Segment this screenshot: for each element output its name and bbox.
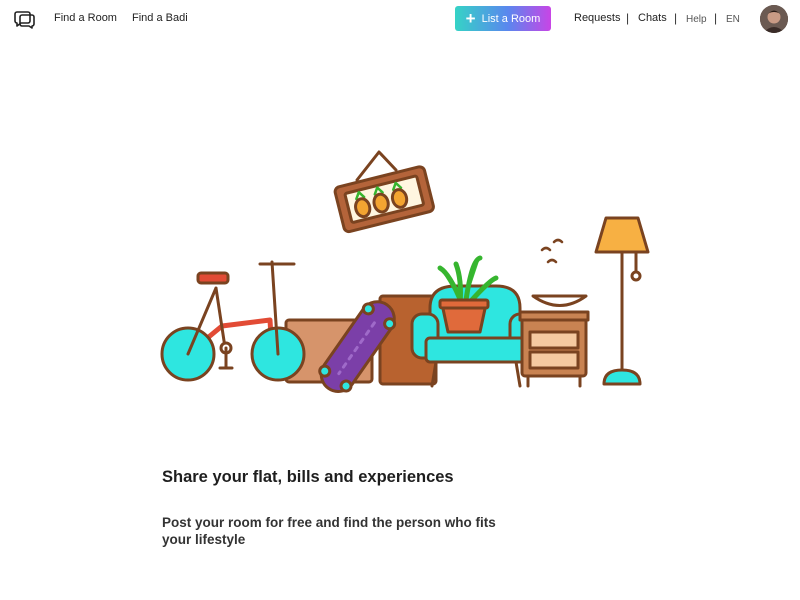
user-avatar[interactable]: [760, 5, 788, 33]
nav-find-room-link[interactable]: Find a Room: [54, 12, 117, 24]
nightstand-icon: [518, 238, 590, 388]
picture-frame-icon: [333, 150, 435, 234]
list-room-label: List a Room: [481, 12, 541, 25]
plus-icon: +: [465, 8, 476, 28]
nav-separator: |: [714, 11, 718, 25]
bicycle-icon: [160, 260, 306, 382]
nav-help-link[interactable]: Help: [686, 14, 707, 25]
nav-find-badi-link[interactable]: Find a Badi: [132, 12, 188, 24]
avatar-image: [760, 5, 788, 33]
hero-subtext: Post your room for free and find the per…: [162, 515, 496, 547]
floor-lamp-icon: [594, 216, 650, 386]
hero-headline: Share your flat, bills and experiences: [162, 468, 454, 486]
list-room-button[interactable]: + List a Room: [455, 6, 551, 31]
furniture-illustration: [160, 150, 650, 393]
nav-separator: |: [626, 11, 630, 25]
top-navigation: Find a Room Find a Badi + List a Room Re…: [0, 0, 800, 40]
nav-chats-link[interactable]: Chats: [638, 12, 667, 24]
language-selector[interactable]: EN: [726, 14, 740, 25]
nav-requests-link[interactable]: Requests: [574, 12, 620, 24]
nav-separator: |: [674, 11, 678, 25]
chat-bubbles-icon[interactable]: [14, 9, 36, 29]
